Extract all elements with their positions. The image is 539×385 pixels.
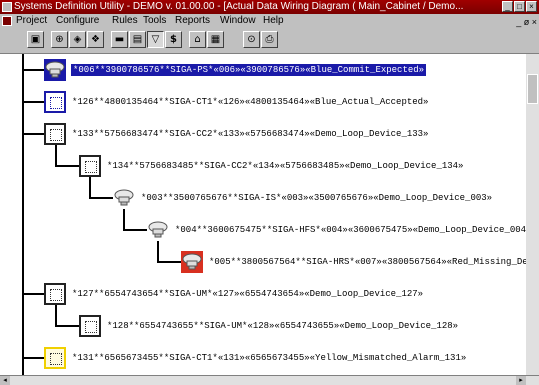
- menu-bar: Project Configure Rules Tools Reports Wi…: [0, 14, 539, 28]
- horizontal-scrollbar[interactable]: ◂ ▸: [0, 375, 539, 385]
- window-title: Systems Definition Utility - DEMO v. 01.…: [14, 1, 464, 12]
- node-label: *003**3500765676**SIGA-IS*«003»«35007656…: [141, 193, 493, 203]
- network-icon[interactable]: ❖: [87, 31, 104, 48]
- node-label: *131**6565673455**SIGA-CT1*«131»«6565673…: [72, 353, 467, 363]
- module-icon: [44, 91, 66, 113]
- mdi-controls[interactable]: _ ø ×: [516, 15, 537, 29]
- document-icon[interactable]: [2, 16, 12, 26]
- tree-branch-line: [157, 240, 159, 262]
- menu-rules[interactable]: Rules: [112, 14, 138, 28]
- tree-branch-line: [22, 101, 44, 103]
- close-button[interactable]: ×: [526, 1, 537, 12]
- tree-branch-line: [22, 133, 44, 135]
- app-icon[interactable]: [2, 2, 12, 12]
- smoke-detector-icon: [44, 59, 66, 81]
- scroll-left-icon[interactable]: ◂: [0, 376, 10, 385]
- tree-branch-line: [22, 69, 44, 71]
- menu-tools[interactable]: Tools: [143, 14, 166, 28]
- connect-icon[interactable]: ◈: [69, 31, 86, 48]
- module-icon: [79, 315, 101, 337]
- tree-branch-line: [157, 261, 181, 263]
- menu-help[interactable]: Help: [263, 14, 284, 28]
- detector-icon[interactable]: ▽: [147, 31, 164, 48]
- module-icon: [44, 123, 66, 145]
- tree-branch-line: [89, 197, 113, 199]
- tree-branch-line: [55, 325, 79, 327]
- tree-branch-line: [22, 293, 44, 295]
- toolbar: ▣ ⊕ ◈ ❖ ▬ ▤ ▽ $ ⌂ ▦ ⊙ ⎙: [0, 28, 539, 54]
- tree-branch-line: [55, 304, 57, 326]
- menu-window[interactable]: Window: [220, 14, 256, 28]
- minimize-button[interactable]: _: [502, 1, 513, 12]
- node-label: *133**5756683474**SIGA-CC2*«133»«5756683…: [72, 129, 429, 139]
- build-icon[interactable]: ⌂: [189, 31, 206, 48]
- report-icon[interactable]: ▦: [207, 31, 224, 48]
- tree-branch-line: [123, 229, 147, 231]
- tree-branch-line: [22, 357, 44, 359]
- node-label: *128**6554743655**SIGA-UM*«128»«65547436…: [107, 321, 459, 331]
- node-label: *005**3800567564**SIGA-HRS*«007»«3800567…: [209, 257, 526, 267]
- module-icon[interactable]: ▬: [111, 31, 128, 48]
- heat-detector-icon: [181, 251, 203, 273]
- menu-configure[interactable]: Configure: [56, 14, 99, 28]
- tree-branch-line: [89, 176, 91, 198]
- properties-icon[interactable]: ▣: [27, 31, 44, 48]
- module-icon: [44, 283, 66, 305]
- print-icon[interactable]: ⎙: [261, 31, 278, 48]
- add-icon[interactable]: ⊕: [51, 31, 68, 48]
- smoke-detector-icon: [113, 187, 135, 209]
- vertical-scrollbar[interactable]: [526, 54, 539, 375]
- maximize-button[interactable]: □: [514, 1, 525, 12]
- wiring-diagram-canvas[interactable]: *006**3900786576**SIGA-PS*«006»«39007865…: [0, 54, 526, 375]
- wiring-icon[interactable]: ▤: [129, 31, 146, 48]
- node-label: *127**6554743654**SIGA-UM*«127»«65547436…: [72, 289, 424, 299]
- node-label: *134**5756683485**SIGA-CC2*«134»«5756683…: [107, 161, 464, 171]
- scroll-thumb[interactable]: [527, 74, 538, 104]
- menu-project[interactable]: Project: [16, 14, 47, 28]
- tree-branch-line: [123, 208, 125, 230]
- zoom-icon[interactable]: ⊙: [243, 31, 260, 48]
- title-bar: Systems Definition Utility - DEMO v. 01.…: [0, 0, 539, 14]
- module-icon: [44, 347, 66, 369]
- tree-branch-line: [55, 165, 79, 167]
- dollar-icon[interactable]: $: [165, 31, 182, 48]
- node-label: *006**3900786576**SIGA-PS*«006»«39007865…: [71, 64, 427, 76]
- tree-branch-line: [55, 144, 57, 166]
- node-label: *004**3600675475**SIGA-HFS*«004»«3600675…: [175, 225, 526, 235]
- heat-detector-icon: [147, 219, 169, 241]
- scroll-right-icon[interactable]: ▸: [516, 376, 526, 385]
- module-icon: [79, 155, 101, 177]
- menu-reports[interactable]: Reports: [175, 14, 210, 28]
- node-label: *126**4800135464**SIGA-CT1*«126»«4800135…: [72, 97, 429, 107]
